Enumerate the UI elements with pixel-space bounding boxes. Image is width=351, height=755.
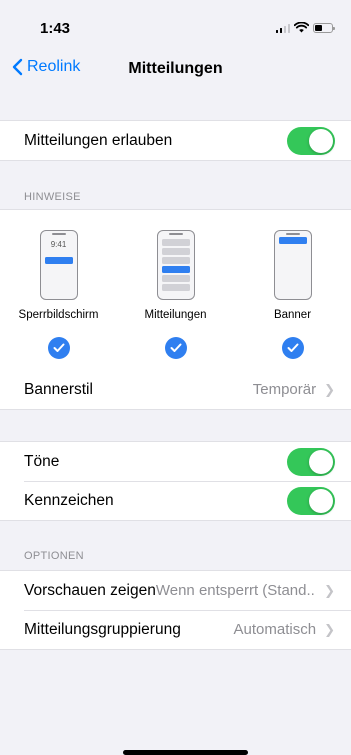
alerts-group: 9:41 Sperrbildschirm Mitteilungen Banner…	[0, 209, 351, 410]
notification-grouping-label: Mitteilungsgruppierung	[24, 620, 181, 638]
banner-phone-icon	[273, 230, 312, 300]
alert-style-label: Mitteilungen	[144, 309, 207, 321]
alert-style-label: Sperrbildschirm	[18, 309, 99, 321]
alert-style-label: Banner	[273, 309, 312, 321]
notification-grouping-row[interactable]: Mitteilungsgruppierung Automatisch ❯	[0, 610, 351, 649]
show-previews-label: Vorschauen zeigen	[24, 581, 156, 599]
allow-group: Mitteilungen erlauben	[0, 120, 351, 161]
status-icons	[275, 22, 335, 33]
sounds-row: Töne	[0, 442, 351, 481]
banner-style-row[interactable]: Bannerstil Temporär ❯	[0, 370, 351, 409]
cellular-signal-icon	[275, 23, 290, 33]
sounds-toggle[interactable]	[287, 447, 335, 476]
allow-notifications-label: Mitteilungen erlauben	[24, 131, 173, 149]
wifi-icon	[294, 22, 309, 33]
show-previews-value: Wenn entsperrt (Stand...	[155, 582, 317, 599]
notification-grouping-value: Automatisch	[233, 621, 317, 638]
sounds-label: Töne	[24, 452, 60, 470]
page-title: Mitteilungen	[128, 60, 223, 77]
chevron-right-icon: ❯	[324, 582, 335, 598]
alert-style-banner[interactable]: Banner	[243, 230, 343, 370]
chevron-right-icon: ❯	[324, 621, 335, 637]
section-header-hinweise: HINWEISE	[24, 191, 81, 203]
status-time: 1:43	[40, 20, 71, 37]
sounds-group: Töne Kennzeichen	[0, 441, 351, 521]
allow-notifications-toggle[interactable]	[287, 126, 335, 155]
banner-style-label: Bannerstil	[24, 380, 93, 398]
lockscreen-phone-icon: 9:41	[39, 230, 78, 300]
alert-style-lockscreen[interactable]: 9:41 Sperrbildschirm	[9, 230, 109, 370]
status-bar: 1:43	[0, 0, 351, 48]
battery-icon	[313, 22, 335, 33]
checkmark-icon	[281, 337, 304, 359]
show-previews-row[interactable]: Vorschauen zeigen Wenn entsperrt (Stand.…	[0, 571, 351, 610]
home-indicator	[123, 750, 248, 755]
badges-row: Kennzeichen	[0, 481, 351, 520]
banner-style-value: Temporär	[252, 381, 317, 398]
notification-center-phone-icon	[156, 230, 195, 300]
checkmark-icon	[47, 337, 70, 359]
section-header-optionen: OPTIONEN	[24, 550, 84, 562]
options-group: Vorschauen zeigen Wenn entsperrt (Stand.…	[0, 570, 351, 650]
checkmark-icon	[164, 337, 187, 359]
alert-styles: 9:41 Sperrbildschirm Mitteilungen Banner	[0, 210, 351, 370]
badges-toggle[interactable]	[287, 486, 335, 515]
navigation-bar: Reolink Mitteilungen	[0, 48, 351, 92]
allow-notifications-row: Mitteilungen erlauben	[0, 121, 351, 160]
alert-style-notification-center[interactable]: Mitteilungen	[126, 230, 226, 370]
lockscreen-time: 9:41	[50, 240, 67, 249]
chevron-right-icon: ❯	[324, 381, 335, 397]
badges-label: Kennzeichen	[24, 491, 114, 509]
